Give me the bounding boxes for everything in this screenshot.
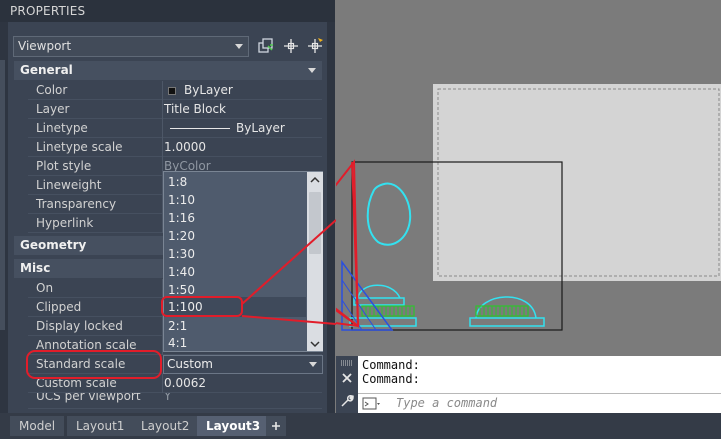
plus-icon — [272, 422, 280, 430]
command-line-toolbar — [336, 356, 358, 413]
layout-tab-bar: Model Layout1 Layout2 Layout3 — [0, 413, 721, 439]
drawing-canvas[interactable] — [336, 0, 721, 356]
red-highlight-standard-scale — [26, 350, 162, 379]
red-callout-leader — [241, 219, 336, 325]
tab-layout3[interactable]: Layout3 — [197, 416, 270, 436]
command-history-line: Command: — [362, 372, 420, 386]
close-icon[interactable] — [341, 372, 353, 384]
paper-sheet — [433, 84, 721, 281]
command-prompt-icon[interactable] — [362, 397, 382, 411]
tab-model[interactable]: Model — [10, 416, 65, 436]
command-history: Command: Command: — [358, 358, 721, 390]
command-input[interactable]: Type a command — [358, 393, 721, 413]
add-tab-button[interactable] — [266, 416, 286, 436]
red-highlight-1-100 — [161, 296, 243, 317]
command-input-placeholder: Type a command — [396, 396, 498, 410]
grip-icon[interactable] — [340, 360, 354, 366]
tab-layout2[interactable]: Layout2 — [132, 416, 199, 436]
wrench-icon[interactable] — [340, 394, 354, 408]
annotation-overlay — [26, 219, 336, 379]
tab-layout1[interactable]: Layout1 — [67, 416, 134, 436]
command-history-line: Command: — [362, 358, 420, 372]
